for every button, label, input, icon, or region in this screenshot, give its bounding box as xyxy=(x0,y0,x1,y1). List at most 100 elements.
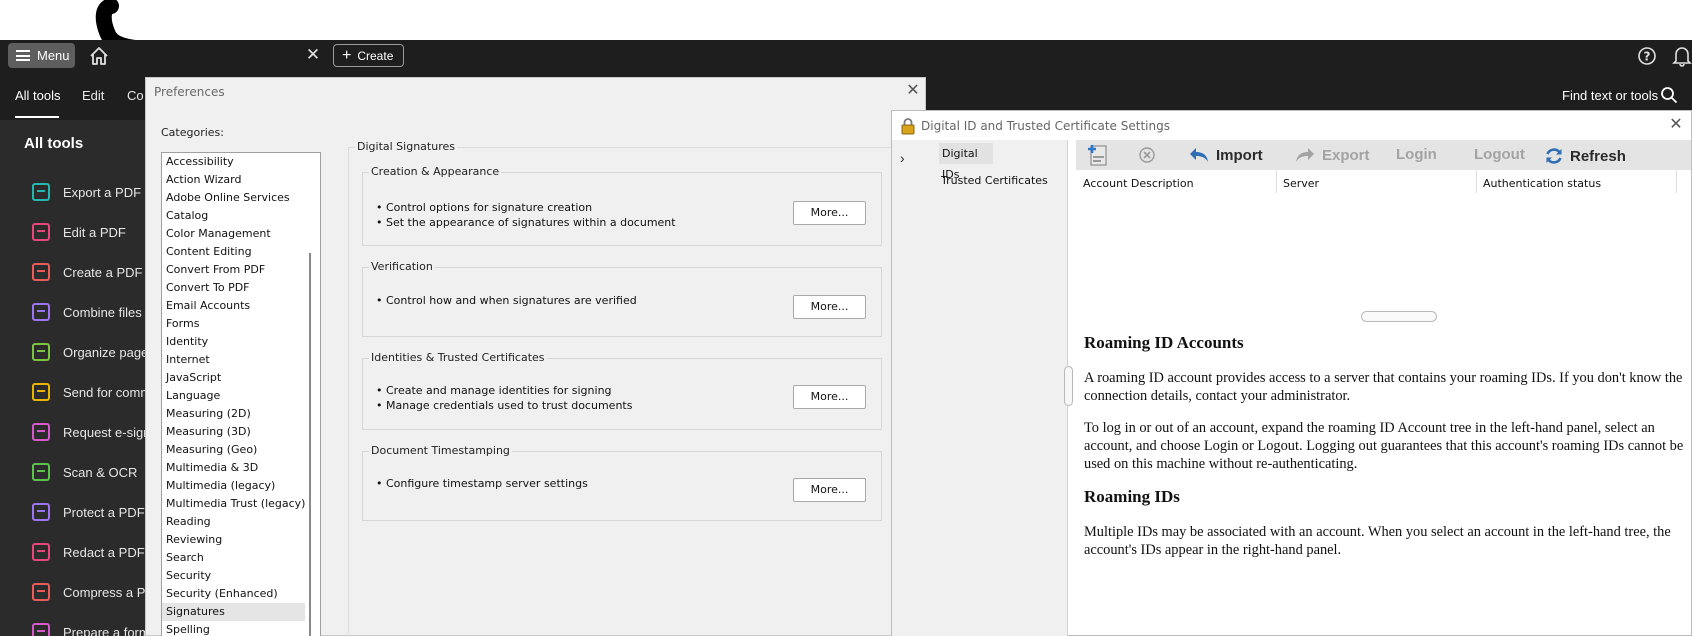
nav-digital-ids[interactable]: Digital IDs xyxy=(939,143,993,181)
category-item[interactable]: Reading xyxy=(162,513,320,531)
more-button-timestamping[interactable]: More... xyxy=(793,478,866,502)
import-arrow-icon xyxy=(1190,148,1208,162)
column-separator[interactable] xyxy=(1476,171,1477,193)
category-item[interactable]: Email Accounts xyxy=(162,297,320,315)
search-icon[interactable] xyxy=(1660,86,1678,104)
tab-all-tools[interactable]: All tools xyxy=(15,88,61,103)
category-item[interactable]: Spelling xyxy=(162,621,320,636)
import-button[interactable]: Import xyxy=(1188,146,1263,164)
menu-button[interactable]: Menu xyxy=(8,43,75,68)
categories-list[interactable]: Accessibility Action Wizard Adobe Online S… xyxy=(161,152,321,636)
more-button-creation[interactable]: More... xyxy=(793,201,866,225)
category-item[interactable]: Identity xyxy=(162,333,320,351)
nav-trusted-certificates[interactable]: Trusted Certificates xyxy=(941,174,1048,187)
tool-item[interactable]: Prepare a form xyxy=(32,620,150,636)
category-item[interactable]: Search xyxy=(162,549,320,567)
tool-item[interactable]: Redact a PDF xyxy=(32,540,145,564)
category-item[interactable]: Measuring (Geo) xyxy=(162,441,320,459)
more-button-verification[interactable]: More... xyxy=(793,295,866,319)
digital-id-title: Digital ID and Trusted Certificate Setti… xyxy=(921,119,1170,133)
tool-item[interactable]: Compress a PD xyxy=(32,580,155,604)
export-button[interactable]: Export xyxy=(1294,146,1370,164)
column-separator[interactable] xyxy=(1276,171,1277,193)
group-line: • Create and manage identities for signi… xyxy=(376,384,612,397)
tool-item-label: Request e-sign xyxy=(63,424,151,440)
all-tools-heading: All tools xyxy=(24,135,84,152)
tool-item-label: Combine files xyxy=(63,304,142,320)
tool-item[interactable]: Protect a PDF xyxy=(32,500,145,524)
category-item[interactable]: Adobe Online Services xyxy=(162,189,320,207)
help-icon[interactable]: ? xyxy=(1637,46,1657,66)
digital-id-tree-panel: › Digital IDs Trusted Certificates xyxy=(892,140,1067,636)
category-item[interactable]: Color Management xyxy=(162,225,320,243)
categories-scrollbar[interactable] xyxy=(309,253,311,636)
category-item[interactable]: Convert From PDF xyxy=(162,261,320,279)
category-item[interactable]: Multimedia & 3D xyxy=(162,459,320,477)
category-item[interactable]: Language xyxy=(162,387,320,405)
category-item[interactable]: Accessibility xyxy=(162,153,320,171)
vertical-splitter-handle[interactable] xyxy=(1064,366,1073,406)
column-account-description[interactable]: Account Description xyxy=(1083,177,1194,190)
tool-item[interactable]: Edit a PDF xyxy=(32,220,126,244)
chevron-right-icon[interactable]: › xyxy=(900,150,905,166)
category-item[interactable]: Security xyxy=(162,567,320,585)
create-button[interactable]: + Create xyxy=(333,44,404,67)
help-heading-accounts: Roaming ID Accounts xyxy=(1084,333,1244,352)
category-item[interactable]: Measuring (2D) xyxy=(162,405,320,423)
tab-edit[interactable]: Edit xyxy=(82,88,104,103)
category-item[interactable]: Forms xyxy=(162,315,320,333)
digital-id-close-icon[interactable]: ✕ xyxy=(1667,115,1685,135)
logout-button[interactable]: Logout xyxy=(1474,146,1525,163)
tool-item-label: Export a PDF xyxy=(63,184,142,200)
category-item[interactable]: Multimedia (legacy) xyxy=(162,477,320,495)
tool-item[interactable]: Combine files xyxy=(32,300,142,324)
category-item[interactable]: Action Wizard xyxy=(162,171,320,189)
bell-icon[interactable] xyxy=(1672,45,1692,67)
remove-id-button[interactable] xyxy=(1139,147,1155,163)
category-item[interactable]: Convert To PDF xyxy=(162,279,320,297)
add-id-button[interactable] xyxy=(1086,142,1110,168)
login-button[interactable]: Login xyxy=(1396,146,1437,163)
tool-item[interactable]: Send for comm xyxy=(32,380,151,404)
category-item[interactable]: Catalog xyxy=(162,207,320,225)
category-item[interactable]: JavaScript xyxy=(162,369,320,387)
category-item[interactable]: Content Editing xyxy=(162,243,320,261)
tab-convert[interactable]: Co xyxy=(127,88,144,103)
tool-item[interactable]: Export a PDF xyxy=(32,180,141,204)
refresh-icon xyxy=(1546,148,1562,164)
find-text-label[interactable]: Find text or tools xyxy=(1562,88,1658,103)
category-item[interactable]: Reviewing xyxy=(162,531,320,549)
category-item[interactable]: Multimedia Trust (legacy) xyxy=(162,495,320,513)
tool-item[interactable]: Scan & OCR xyxy=(32,460,137,484)
edit-pdf-icon xyxy=(32,223,50,241)
preferences-close-icon[interactable]: ✕ xyxy=(904,82,922,100)
title-bar: Menu ✕ + Create ? xyxy=(0,40,1692,72)
tool-item-label: Create a PDF xyxy=(63,264,143,280)
category-item[interactable]: Signatures xyxy=(162,603,305,621)
home-icon[interactable] xyxy=(88,45,110,67)
tool-item[interactable]: Create a PDF xyxy=(32,260,142,284)
preferences-dialog: Preferences ✕ Categories: Accessibility A… xyxy=(145,77,928,636)
digital-signatures-title: Digital Signatures xyxy=(355,140,457,153)
tool-item-label: Prepare a form xyxy=(63,624,150,636)
category-item[interactable]: Internet xyxy=(162,351,320,369)
send-comments-icon xyxy=(32,383,50,401)
all-tools-panel: All tools Export a PDF Edit a PDF Create a… xyxy=(0,120,155,636)
redact-pdf-icon xyxy=(32,543,50,561)
group-line: • Set the appearance of signatures withi… xyxy=(376,216,676,229)
group-title: Identities & Trusted Certificates xyxy=(369,351,547,364)
column-authentication-status[interactable]: Authentication status xyxy=(1483,177,1601,190)
group-title: Verification xyxy=(369,260,435,273)
tool-item[interactable]: Organize page xyxy=(32,340,148,364)
category-item[interactable]: Measuring (3D) xyxy=(162,423,320,441)
horizontal-splitter-handle[interactable] xyxy=(1361,311,1437,322)
column-separator[interactable] xyxy=(1676,171,1677,193)
more-button-identities[interactable]: More... xyxy=(793,385,866,409)
category-item[interactable]: Security (Enhanced) xyxy=(162,585,320,603)
refresh-button[interactable]: Refresh xyxy=(1544,146,1626,166)
tab-close-icon[interactable]: ✕ xyxy=(305,45,321,65)
column-server[interactable]: Server xyxy=(1283,177,1319,190)
tool-item[interactable]: Request e-sign xyxy=(32,420,150,444)
plus-icon: + xyxy=(342,46,352,64)
remove-icon xyxy=(1139,147,1155,163)
